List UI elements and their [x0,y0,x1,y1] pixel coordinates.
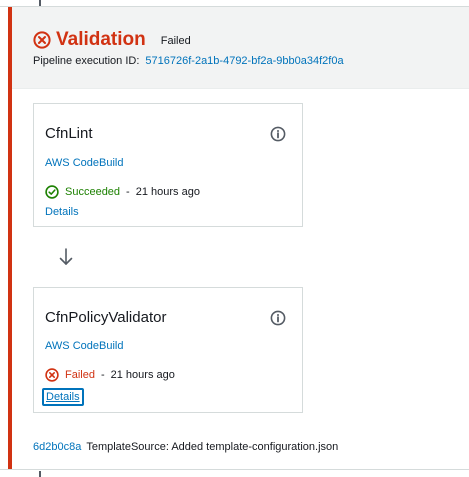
pipeline-view: Validation Failed Pipeline execution ID:… [0,0,469,477]
action-name: CfnLint [45,125,93,142]
source-revision-row: 6d2b0c8a TemplateSource: Added template-c… [33,440,338,454]
action-card-cfnlint: CfnLint AWS CodeBuild Succeeded - 21 hou… [33,103,303,227]
commit-message: TemplateSource: Added template-configura… [86,441,339,453]
action-status-row: Failed - 21 hours ago [45,368,175,382]
info-icon[interactable] [270,126,286,142]
status-separator: - [100,369,105,381]
stage-status-text: Failed [160,35,191,47]
action-name: CfnPolicyValidator [45,309,167,326]
stage-header: Validation Failed Pipeline execution ID:… [12,7,469,89]
details-link[interactable]: Details [45,205,79,219]
action-status-text: Failed [65,369,95,381]
action-status-row: Succeeded - 21 hours ago [45,185,200,199]
stage-name: Validation [56,28,146,50]
action-status-text: Succeeded [65,186,121,198]
action-status-time: 21 hours ago [110,369,175,381]
details-link[interactable]: Details [42,388,84,406]
commit-id-link[interactable]: 6d2b0c8a [33,441,81,453]
action-provider-link[interactable]: AWS CodeBuild [45,339,123,353]
stage-title-row: Validation Failed [33,27,191,52]
check-circle-icon [45,185,59,199]
info-icon[interactable] [270,310,286,326]
outgoing-transition-line [39,471,41,477]
x-circle-icon [45,368,59,382]
arrow-down-icon [57,247,75,267]
action-provider-link[interactable]: AWS CodeBuild [45,156,123,170]
action-card-cfnpolicyvalidator: CfnPolicyValidator AWS CodeBuild Failed … [33,287,303,413]
stage-validation: Validation Failed Pipeline execution ID:… [0,6,469,470]
action-status-time: 21 hours ago [135,186,200,198]
x-circle-icon [33,30,51,49]
execution-id-link[interactable]: 5716726f-2a1b-4792-bf2a-9bb0a34f2f0a [145,55,343,67]
execution-id-label: Pipeline execution ID: [33,55,140,67]
execution-id-row: Pipeline execution ID: 5716726f-2a1b-4792… [33,54,344,68]
status-separator: - [126,186,130,198]
